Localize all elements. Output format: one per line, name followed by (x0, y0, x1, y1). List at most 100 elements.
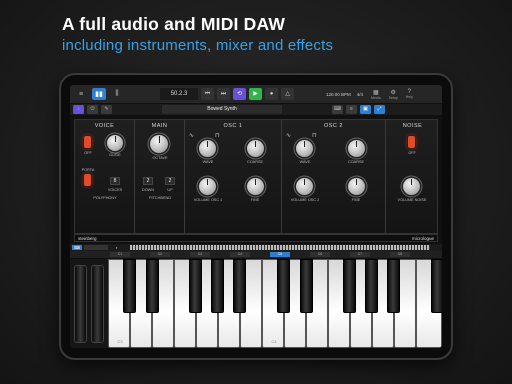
metronome-icon[interactable]: △ (281, 88, 294, 100)
main-section: MAIN OCTAVE 2 2 DOWN UP PITCHBEND (135, 120, 185, 233)
porta-switch[interactable] (84, 174, 91, 186)
osc2-volume-label: VOLUME OSC 2 (290, 198, 320, 202)
osc1-volume-label: VOLUME OSC 1 (193, 198, 223, 202)
osc1-section: OSC 1 ∿ ⊓ WAVE COARSE VOLUME OSC 1 FINE (185, 120, 282, 233)
octave-marker[interactable]: C6 (310, 252, 330, 257)
black-key[interactable] (365, 259, 378, 313)
black-key[interactable] (211, 259, 224, 313)
osc2-volume-knob[interactable] (296, 178, 313, 195)
tablet-frame: ≡ ▮▮ ⫼ 50.2.3 ⏮ ⏭ ⟲ ▶ ● △ 120.00 BPM 4/4… (59, 73, 453, 360)
osc2-section: OSC 2 ∿ ⊓ WAVE COARSE VOLUME OSC 2 FINE (282, 120, 386, 233)
black-key[interactable] (146, 259, 159, 313)
osc1-coarse-knob[interactable] (247, 140, 264, 157)
c3-label: C3 (117, 339, 123, 344)
pitchbend-down-value[interactable]: 2 (143, 177, 153, 185)
view-icon[interactable]: ▣ (360, 105, 371, 114)
octave-marker[interactable]: C3 (190, 252, 210, 257)
noise-title: NOISE (402, 123, 423, 129)
octave-marker-selected[interactable]: C5 (270, 252, 290, 257)
chord-button[interactable] (84, 245, 108, 250)
menu-icon[interactable]: ≡ (74, 88, 88, 100)
sine-wave-icon: ∿ (189, 133, 195, 139)
keyboard-icon[interactable]: ⌨ (332, 105, 343, 114)
osc2-coarse-knob[interactable] (348, 140, 365, 157)
noise-off-label: OFF (408, 151, 416, 155)
position-display[interactable]: 50.2.3 (160, 88, 198, 100)
record-icon[interactable]: ● (265, 88, 278, 100)
osc1-wave-knob[interactable] (199, 140, 216, 157)
black-key[interactable] (300, 259, 313, 313)
black-key[interactable] (343, 259, 356, 313)
octave-marker[interactable]: C4 (230, 252, 250, 257)
main-title: MAIN (151, 123, 168, 129)
mixer-icon[interactable]: ⫼ (110, 88, 124, 100)
piano-keyboard: C3 C4 (108, 259, 442, 348)
voices-value[interactable]: 8 (110, 177, 120, 185)
help-icon[interactable]: ? Help (406, 89, 413, 99)
osc1-volume-knob[interactable] (199, 178, 216, 195)
loop-icon[interactable]: ⟲ (233, 88, 246, 100)
voice-title: VOICE (94, 123, 115, 129)
square-wave-icon: ⊓ (215, 133, 220, 139)
settings-icon[interactable]: ≡ (346, 105, 357, 114)
octave-marker[interactable]: C7 (350, 252, 370, 257)
osc1-fine-knob[interactable] (247, 178, 264, 195)
brand-strip: steinberg micrologue (74, 234, 438, 242)
osc1-coarse-label: COARSE (246, 160, 264, 164)
rewind-icon[interactable]: ⏮ (201, 88, 214, 100)
tempo-display[interactable]: 120.00 BPM (326, 92, 351, 97)
noise-section: NOISE OFF VOLUME NOISE (386, 120, 439, 233)
octave-row: C1 C2 C3 C4 C5 C6 C7 C8 (70, 251, 442, 258)
forward-icon[interactable]: ⏭ (217, 88, 230, 100)
play-icon[interactable]: ▶ (249, 88, 262, 100)
mod-wheel[interactable] (91, 265, 104, 343)
glide-knob[interactable] (107, 135, 123, 151)
preset-selector[interactable]: Bowed Synth (162, 105, 282, 114)
keyboard-mode-icon[interactable]: ⌨ (72, 245, 82, 250)
black-key[interactable] (233, 259, 246, 313)
octave-marker[interactable]: C2 (150, 252, 170, 257)
noise-switch[interactable] (408, 136, 415, 148)
instrument-icon[interactable]: ♪ (73, 105, 84, 114)
keyboard-bar: ⌨ ◐ (70, 244, 442, 251)
pitchbend-label: PITCHBEND (149, 196, 171, 200)
osc2-title: OSC 2 (323, 123, 343, 129)
black-key[interactable] (387, 259, 400, 313)
black-key[interactable] (189, 259, 202, 313)
expand-icon[interactable]: ⤢ (374, 105, 385, 114)
pitch-wheel[interactable] (74, 265, 87, 343)
main-toolbar: ≡ ▮▮ ⫼ 50.2.3 ⏮ ⏭ ⟲ ▶ ● △ 120.00 BPM 4/4… (70, 85, 442, 103)
power-icon[interactable]: ⏻ (87, 105, 98, 114)
osc2-fine-knob[interactable] (348, 178, 365, 195)
headline: A full audio and MIDI DAW (62, 14, 286, 34)
tempo-value: 120.00 BPM (326, 91, 351, 97)
signature-display[interactable]: 4/4 (357, 92, 363, 97)
preset-name: Bowed Synth (207, 106, 237, 112)
tracks-icon[interactable]: ▮▮ (92, 88, 106, 100)
osc1-fine-label: FINE (250, 198, 260, 202)
voice-section: VOICE OFF GLIDE PORTA 8 VOICES POLYPHONY (75, 120, 135, 233)
osc1-title: OSC 1 (223, 123, 243, 129)
noise-volume-knob[interactable] (403, 178, 420, 195)
octave-knob[interactable] (150, 135, 168, 153)
osc1-wave-label: WAVE (202, 160, 214, 164)
media-icon[interactable]: ▦ Media (371, 89, 381, 100)
instrument-toolbar: ♪ ⏻ ✎ Bowed Synth ⌨ ≡ ▣ ⤢ (70, 104, 442, 115)
octave-marker[interactable]: C1 (110, 252, 130, 257)
osc2-wave-knob[interactable] (296, 140, 313, 157)
black-key[interactable] (123, 259, 136, 313)
pitchbend-up-value[interactable]: 2 (165, 177, 175, 185)
black-key[interactable] (431, 259, 442, 313)
edit-icon[interactable]: ✎ (101, 105, 112, 114)
octave-label: OCTAVE (152, 156, 168, 160)
black-key[interactable] (277, 259, 290, 313)
c4-label: C4 (271, 339, 277, 344)
setup-icon[interactable]: ⚙ Setup (389, 89, 398, 100)
lock-icon[interactable]: ◐ (112, 245, 122, 250)
brand-logo: steinberg (78, 235, 97, 241)
octave-marker[interactable]: C8 (390, 252, 410, 257)
keyboard-overview[interactable] (130, 245, 430, 250)
osc2-fine-label: FINE (351, 198, 361, 202)
osc2-coarse-label: COARSE (347, 160, 365, 164)
mono-switch[interactable] (84, 136, 91, 148)
